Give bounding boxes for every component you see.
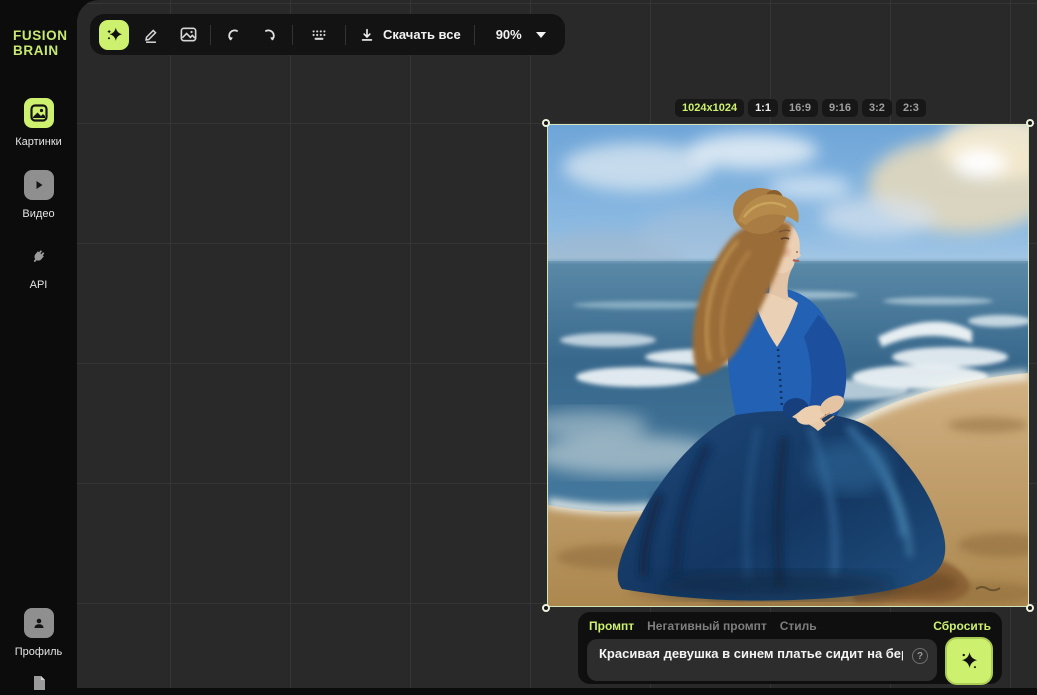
- reset-button[interactable]: Сбросить: [933, 619, 991, 633]
- generate-tool-button[interactable]: [99, 20, 129, 50]
- image-tool-button[interactable]: [173, 20, 203, 50]
- tab-style[interactable]: Стиль: [780, 619, 817, 633]
- generate-button[interactable]: [945, 637, 993, 685]
- generated-image[interactable]: [548, 125, 1028, 606]
- toolbar-divider: [474, 25, 475, 45]
- ratio-chip-1-1[interactable]: 1:1: [748, 99, 778, 117]
- images-icon: [24, 98, 54, 128]
- prompt-panel: Промпт Негативный промпт Стиль Сбросить …: [578, 612, 1002, 684]
- selection-handle-top-left[interactable]: [542, 119, 550, 127]
- app-logo[interactable]: FUSION BRAIN: [13, 28, 68, 58]
- sidebar-item-images[interactable]: Картинки: [0, 98, 77, 148]
- sparkles-icon: [958, 650, 980, 672]
- sidebar-item-label: Профиль: [15, 646, 63, 658]
- logo-line-1: FUSION: [13, 28, 68, 43]
- prompt-input[interactable]: [587, 639, 937, 681]
- prompt-tabs: Промпт Негативный промпт Стиль Сбросить: [587, 619, 993, 633]
- ratio-chip-3-2[interactable]: 3:2: [862, 99, 892, 117]
- tab-negative-prompt[interactable]: Негативный промпт: [647, 619, 767, 633]
- ratio-chip-size[interactable]: 1024x1024: [675, 99, 744, 117]
- undo-icon: [224, 26, 242, 44]
- selection-handle-top-right[interactable]: [1026, 119, 1034, 127]
- zoom-control[interactable]: 90%: [482, 27, 556, 42]
- top-toolbar: Скачать все 90%: [90, 14, 565, 55]
- selection-handle-bottom-left[interactable]: [542, 604, 550, 612]
- toolbar-divider: [292, 25, 293, 45]
- undo-button[interactable]: [218, 20, 248, 50]
- download-all-label: Скачать все: [383, 27, 461, 42]
- image-icon: [179, 25, 198, 44]
- pencil-icon: [142, 26, 160, 44]
- draw-tool-button[interactable]: [136, 20, 166, 50]
- chevron-down-icon: [536, 32, 546, 38]
- sparkles-icon: [105, 26, 123, 44]
- painting-girl-blue-dress: [548, 125, 1028, 606]
- ratio-chip-9-16[interactable]: 9:16: [822, 99, 858, 117]
- plug-icon: [24, 241, 54, 271]
- sidebar-item-api[interactable]: API: [0, 241, 77, 291]
- ratio-chip-16-9[interactable]: 16:9: [782, 99, 818, 117]
- tab-prompt[interactable]: Промпт: [589, 619, 634, 633]
- sidebar-item-label: Картинки: [15, 136, 62, 148]
- document-icon: [28, 674, 50, 695]
- sidebar: FUSION BRAIN Картинки Видео API Профи: [0, 0, 77, 688]
- grid-icon: [308, 26, 330, 44]
- redo-button[interactable]: [255, 20, 285, 50]
- aspect-ratio-bar: 1024x1024 1:1 16:9 9:16 3:2 2:3: [675, 99, 926, 117]
- sidebar-item-docs[interactable]: [0, 674, 77, 695]
- selection-handle-bottom-right[interactable]: [1026, 604, 1034, 612]
- logo-line-2: BRAIN: [13, 43, 68, 58]
- toolbar-divider: [345, 25, 346, 45]
- help-icon[interactable]: ?: [912, 648, 928, 664]
- sidebar-item-video[interactable]: Видео: [0, 170, 77, 220]
- ratio-chip-2-3[interactable]: 2:3: [896, 99, 926, 117]
- sidebar-item-label: API: [30, 279, 48, 291]
- zoom-value: 90%: [496, 27, 522, 42]
- sidebar-item-profile[interactable]: Профиль: [0, 608, 77, 658]
- redo-icon: [261, 26, 279, 44]
- profile-icon: [24, 608, 54, 638]
- board-button[interactable]: [300, 20, 338, 50]
- download-all-button[interactable]: Скачать все: [353, 27, 467, 43]
- download-icon: [359, 27, 375, 43]
- toolbar-divider: [210, 25, 211, 45]
- sidebar-item-label: Видео: [22, 208, 54, 220]
- video-icon: [24, 170, 54, 200]
